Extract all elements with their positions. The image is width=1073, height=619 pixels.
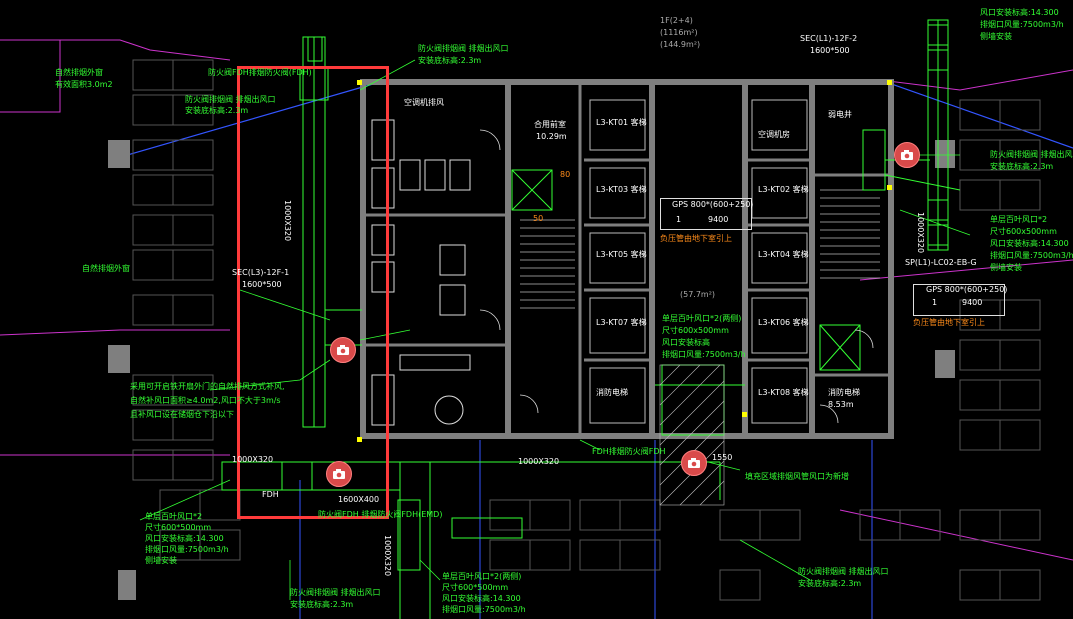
label: 采用可开启铁开扇外门的自然排风方式补风, xyxy=(130,382,285,391)
label: 9400 xyxy=(962,298,983,307)
label: 合用前室 xyxy=(534,120,566,129)
label: L3-KT06 客梯 xyxy=(758,318,809,327)
label: 1000X320 xyxy=(916,212,925,254)
label: 尺寸600x500mm xyxy=(990,227,1057,236)
label: 排烟口风量:7500m3/h xyxy=(442,605,526,614)
label: 1550 xyxy=(712,453,733,462)
label: 尺寸600*500mm xyxy=(442,583,509,592)
label: 9400 xyxy=(708,215,729,224)
label: GPS 800*(600+250) xyxy=(926,285,1008,294)
camera-marker[interactable] xyxy=(326,461,352,487)
label: 防火阀FDH排烟防火阀(FDH) xyxy=(208,68,312,77)
label: L3-KT03 客梯 xyxy=(596,185,647,194)
label: 1600*500 xyxy=(242,280,282,289)
label: 尺寸600*500mm xyxy=(145,523,212,532)
label: 排烟口风量:7500m3/h xyxy=(662,350,746,359)
label: 1F(2+4) xyxy=(660,16,693,25)
label: 防火阀排烟阀 排烟出风口 xyxy=(185,95,276,104)
label: 侧墙安装 xyxy=(145,556,177,565)
label: 单层百叶风口*2 xyxy=(990,215,1048,224)
label: 安装底标高:2.3m xyxy=(290,600,354,609)
label: 侧墙安装 xyxy=(980,32,1012,41)
label: 风口安装标高 xyxy=(662,338,710,347)
label: (144.9m²) xyxy=(660,40,701,49)
label: 安装底标高:2.3m xyxy=(990,162,1054,171)
camera-marker[interactable] xyxy=(330,337,356,363)
label: 弱电井 xyxy=(828,110,852,119)
label: 消防电梯 xyxy=(828,388,860,397)
label: 防火阀排烟阀 排烟出风口 xyxy=(290,588,381,597)
label: 1000X320 xyxy=(232,455,274,464)
label: 1600*500 xyxy=(810,46,850,55)
label: 填充区域排烟风管风口为新增 xyxy=(745,472,849,481)
highlight-box xyxy=(237,66,389,519)
label: SEC(L1)-12F-2 xyxy=(800,34,858,43)
label: 10.29m xyxy=(536,132,567,141)
label: 1 xyxy=(932,298,938,307)
label: SP(L1)-LC02-EB-G xyxy=(905,258,977,267)
label: 自然补风口面积≥4.0m2,风口不大于3m/s xyxy=(130,396,281,405)
label: (1116m²) xyxy=(660,28,698,37)
label: 1000X320 xyxy=(518,457,560,466)
label: 风口安装标高:14.300 xyxy=(990,239,1069,248)
label: 单层百叶风口*2(两侧) xyxy=(442,572,522,581)
label: 风口安装标高:14.300 xyxy=(980,8,1059,17)
label: 空调机房 xyxy=(758,130,790,139)
label: 80 xyxy=(560,170,571,179)
label: 1600X400 xyxy=(338,495,380,504)
label: SEC(L3)-12F-1 xyxy=(232,268,290,277)
camera-marker[interactable] xyxy=(894,142,920,168)
label: L3-KT01 客梯 xyxy=(596,118,647,127)
label: 风口安装标高:14.300 xyxy=(442,594,521,603)
label: FDH排烟防火阀FDH xyxy=(592,447,666,456)
label: 自然排烟外窗 xyxy=(55,68,103,77)
camera-icon xyxy=(901,150,913,160)
label: 防火阀排烟阀 排烟出风口 xyxy=(418,44,509,53)
label: L3-KT05 客梯 xyxy=(596,250,647,259)
label: 单层百叶风口*2 xyxy=(145,512,203,521)
label: L3-KT02 客梯 xyxy=(758,185,809,194)
label: 消防电梯 xyxy=(596,388,628,397)
label: 且补风口设在储烟仓下沿以下 xyxy=(130,410,234,419)
label: 防火阀FDH 排烟防火阀FDH(EMD) xyxy=(318,510,443,519)
label: 1000X320 xyxy=(383,535,392,577)
camera-marker[interactable] xyxy=(681,450,707,476)
label: 安装底标高:2.3m xyxy=(185,106,249,115)
label: L3-KT07 客梯 xyxy=(596,318,647,327)
label: FDH xyxy=(262,490,279,499)
label: 单层百叶风口*2(两侧) xyxy=(662,314,742,323)
label: 尺寸600x500mm xyxy=(662,326,729,335)
camera-icon xyxy=(333,469,345,479)
label: 风口安装标高:14.300 xyxy=(145,534,224,543)
label: GPS 800*(600+250) xyxy=(672,200,754,209)
label: 防火阀排烟阀 排烟出风口 xyxy=(990,150,1073,159)
label: 8.53m xyxy=(828,400,854,409)
label: L3-KT08 客梯 xyxy=(758,388,809,397)
label: 排烟口风量:7500m3/h xyxy=(145,545,229,554)
label: 安装底标高:2.3m xyxy=(798,579,862,588)
label: 排烟口风量:7500m3/h xyxy=(990,251,1073,260)
label: 侧墙安装 xyxy=(990,263,1022,272)
label: 1000X320 xyxy=(283,200,292,242)
label: 空调机排风 xyxy=(404,98,444,107)
label: 防火阀排烟阀 排烟出风口 xyxy=(798,567,889,576)
label: 1 xyxy=(676,215,682,224)
label: 负压管由地下室引上 xyxy=(913,318,985,327)
label: L3-KT04 客梯 xyxy=(758,250,809,259)
label: 50 xyxy=(533,214,544,223)
camera-icon xyxy=(688,458,700,468)
label: 安装底标高:2.3m xyxy=(418,56,482,65)
camera-icon xyxy=(337,345,349,355)
label: 自然排烟外窗 xyxy=(82,264,130,273)
label: 负压管由地下室引上 xyxy=(660,234,732,243)
label: (57.7m²) xyxy=(680,290,716,299)
label: 排烟口风量:7500m3/h xyxy=(980,20,1064,29)
label: 有效面积3.0m2 xyxy=(55,80,113,89)
